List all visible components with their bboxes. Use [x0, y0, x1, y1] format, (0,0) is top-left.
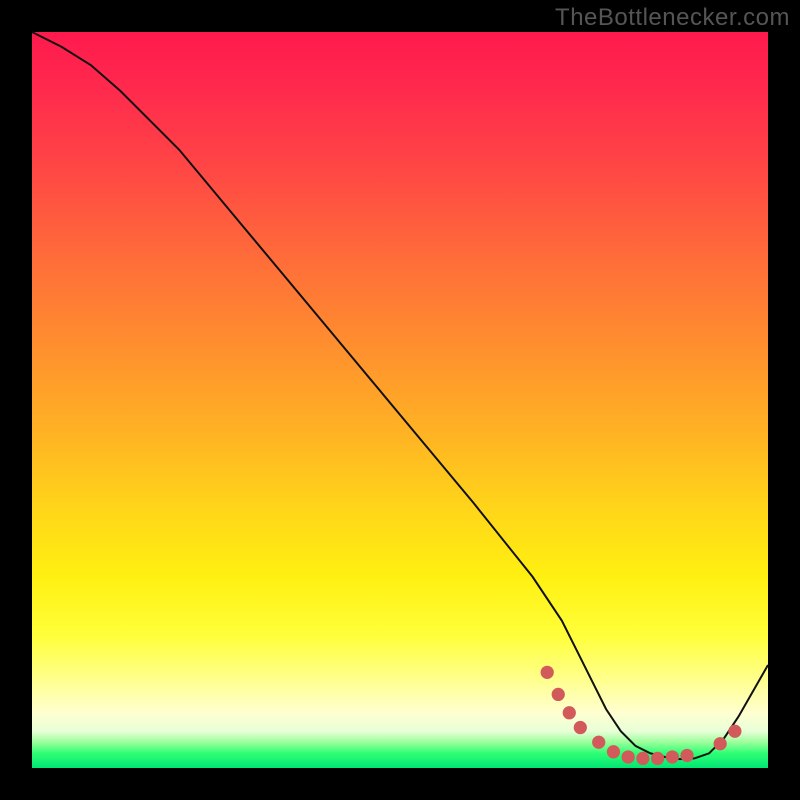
- marker-dot: [622, 750, 635, 763]
- chart-frame: TheBottlenecker.com: [0, 0, 800, 800]
- watermark-text: TheBottlenecker.com: [555, 4, 790, 32]
- marker-dot: [541, 666, 554, 679]
- marker-dot: [651, 752, 664, 765]
- marker-dot: [714, 737, 727, 750]
- plot-area: [32, 32, 768, 768]
- bottleneck-curve: [32, 32, 768, 759]
- marker-dot: [680, 749, 693, 762]
- marker-dot: [607, 745, 620, 758]
- marker-dot: [574, 721, 587, 734]
- marker-dot: [666, 750, 679, 763]
- marker-dot: [552, 688, 565, 701]
- marker-dot: [563, 706, 576, 719]
- marker-dot: [636, 752, 649, 765]
- chart-svg: [32, 32, 768, 768]
- marker-dot: [592, 736, 605, 749]
- marker-dot: [728, 725, 741, 738]
